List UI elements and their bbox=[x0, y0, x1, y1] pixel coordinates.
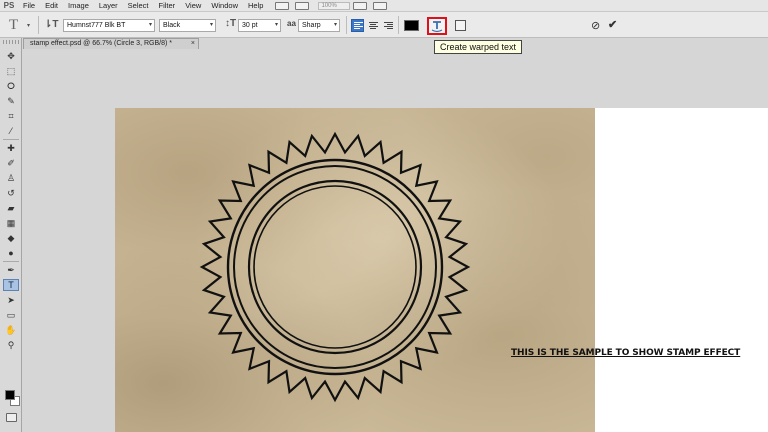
align-left-button[interactable] bbox=[351, 19, 364, 32]
warp-text-tooltip: Create warped text bbox=[434, 40, 523, 54]
font-style-select[interactable]: Black ▾ bbox=[159, 19, 216, 32]
stamp-graphic bbox=[199, 131, 471, 403]
close-icon[interactable]: × bbox=[191, 39, 195, 49]
sample-text-layer[interactable]: THIS IS THE SAMPLE TO SHOW STAMP EFFECT bbox=[511, 348, 740, 358]
crop-tool-icon[interactable]: ⌗ bbox=[3, 110, 19, 122]
options-bar: T ▾ ⇂T Humnst777 Blk BT ▾ Black ▾ ↕T 30 … bbox=[0, 11, 768, 38]
menu-layer[interactable]: Layer bbox=[94, 1, 123, 10]
menu-image[interactable]: Image bbox=[63, 1, 94, 10]
photoshop-logo: PS bbox=[3, 1, 15, 10]
antialias-select[interactable]: Sharp ▾ bbox=[298, 19, 340, 32]
move-tool-icon[interactable]: ✥ bbox=[3, 50, 19, 62]
menu-filter[interactable]: Filter bbox=[154, 1, 181, 10]
stamp-inner-ring-inner bbox=[253, 185, 417, 349]
stamp-starburst-outline bbox=[199, 131, 471, 403]
quick-selection-tool-icon[interactable]: ✎ bbox=[3, 95, 19, 107]
zoom-tool-icon[interactable]: ⚲ bbox=[3, 339, 19, 351]
menu-extras: 100% bbox=[272, 1, 390, 10]
chevron-down-icon: ▾ bbox=[148, 22, 152, 28]
stamp-outer-ring-inner bbox=[233, 165, 437, 369]
history-brush-tool-icon[interactable]: ↺ bbox=[3, 187, 19, 199]
type-tool-icon[interactable]: T bbox=[9, 17, 18, 34]
text-orientation-icon[interactable]: ⇂T bbox=[44, 19, 59, 30]
paper-texture-image[interactable] bbox=[115, 108, 595, 432]
menu-select[interactable]: Select bbox=[123, 1, 154, 10]
cancel-edit-button[interactable]: ⊘ bbox=[591, 19, 600, 32]
menu-view[interactable]: View bbox=[180, 1, 206, 10]
toolbox-grip[interactable] bbox=[3, 40, 19, 44]
lasso-tool-icon[interactable]: ⵔ bbox=[3, 80, 19, 92]
align-center-button[interactable] bbox=[366, 19, 379, 32]
clone-stamp-tool-icon[interactable]: ♙ bbox=[3, 172, 19, 184]
font-family-select[interactable]: Humnst777 Blk BT ▾ bbox=[63, 19, 155, 32]
commit-edit-button[interactable]: ✔ bbox=[608, 18, 617, 31]
type-tool-icon[interactable]: T bbox=[3, 279, 19, 291]
chevron-down-icon: ▾ bbox=[209, 22, 213, 28]
toolbox-separator bbox=[3, 139, 19, 140]
dodge-tool-icon[interactable]: ● bbox=[3, 247, 19, 259]
font-style-value: Black bbox=[163, 22, 181, 29]
toolbox: ✥ ⬚ ⵔ ✎ ⌗ ⁄ ✚ ✐ ♙ ↺ ▰ ▦ ◆ ● ✒ T ➤ ▭ ✋ ⚲ bbox=[0, 38, 22, 432]
separator bbox=[38, 16, 39, 34]
menu-help[interactable]: Help bbox=[243, 1, 268, 10]
shape-tool-icon[interactable]: ▭ bbox=[3, 309, 19, 321]
pen-tool-icon[interactable]: ✒ bbox=[3, 264, 19, 276]
font-size-icon: ↕T bbox=[225, 18, 237, 29]
warp-text-icon bbox=[431, 21, 443, 33]
path-selection-tool-icon[interactable]: ➤ bbox=[3, 294, 19, 306]
minibridge-icon[interactable] bbox=[295, 1, 310, 10]
blur-tool-icon[interactable]: ◆ bbox=[3, 232, 19, 244]
eraser-tool-icon[interactable]: ▰ bbox=[3, 202, 19, 214]
antialias-value: Sharp bbox=[302, 22, 321, 29]
eyedropper-tool-icon[interactable]: ⁄ bbox=[3, 125, 19, 137]
menu-file[interactable]: File bbox=[18, 1, 40, 10]
bridge-icon[interactable] bbox=[275, 1, 290, 10]
marquee-tool-icon[interactable]: ⬚ bbox=[3, 65, 19, 77]
separator bbox=[398, 16, 399, 34]
tool-preset-caret-icon[interactable]: ▾ bbox=[27, 22, 30, 29]
menu-window[interactable]: Window bbox=[206, 1, 243, 10]
stamp-inner-ring bbox=[247, 179, 423, 355]
separator bbox=[346, 16, 347, 34]
arrange-documents-icon[interactable] bbox=[353, 1, 368, 10]
healing-brush-tool-icon[interactable]: ✚ bbox=[3, 142, 19, 154]
text-color-swatch[interactable] bbox=[404, 20, 419, 31]
font-family-value: Humnst777 Blk BT bbox=[67, 22, 126, 29]
stamp-outer-ring bbox=[226, 158, 444, 376]
character-panel-button[interactable] bbox=[455, 20, 466, 31]
zoom-level-box[interactable]: 100% bbox=[318, 1, 351, 10]
gradient-tool-icon[interactable]: ▦ bbox=[3, 217, 19, 229]
document-title: stamp effect.psd @ 66.7% (Circle 3, RGB/… bbox=[30, 40, 172, 47]
screen-mode-icon[interactable] bbox=[373, 1, 388, 10]
menu-bar: PS File Edit Image Layer Select Filter V… bbox=[0, 0, 768, 11]
align-right-button[interactable] bbox=[381, 19, 394, 32]
antialias-icon: aa bbox=[287, 19, 296, 28]
hand-tool-icon[interactable]: ✋ bbox=[3, 324, 19, 336]
foreground-color-swatch[interactable] bbox=[5, 390, 15, 400]
quick-mask-icon[interactable] bbox=[6, 413, 17, 422]
brush-tool-icon[interactable]: ✐ bbox=[3, 157, 19, 169]
create-warped-text-button[interactable] bbox=[427, 17, 447, 35]
font-size-select[interactable]: 30 pt ▾ bbox=[238, 19, 281, 32]
font-size-value: 30 pt bbox=[242, 22, 258, 29]
canvas-white-area[interactable] bbox=[595, 108, 768, 432]
chevron-down-icon: ▾ bbox=[274, 22, 278, 28]
chevron-down-icon: ▾ bbox=[333, 22, 337, 28]
menu-edit[interactable]: Edit bbox=[40, 1, 63, 10]
toolbox-separator bbox=[3, 261, 19, 262]
document-tab[interactable]: stamp effect.psd @ 66.7% (Circle 3, RGB/… bbox=[23, 38, 199, 49]
